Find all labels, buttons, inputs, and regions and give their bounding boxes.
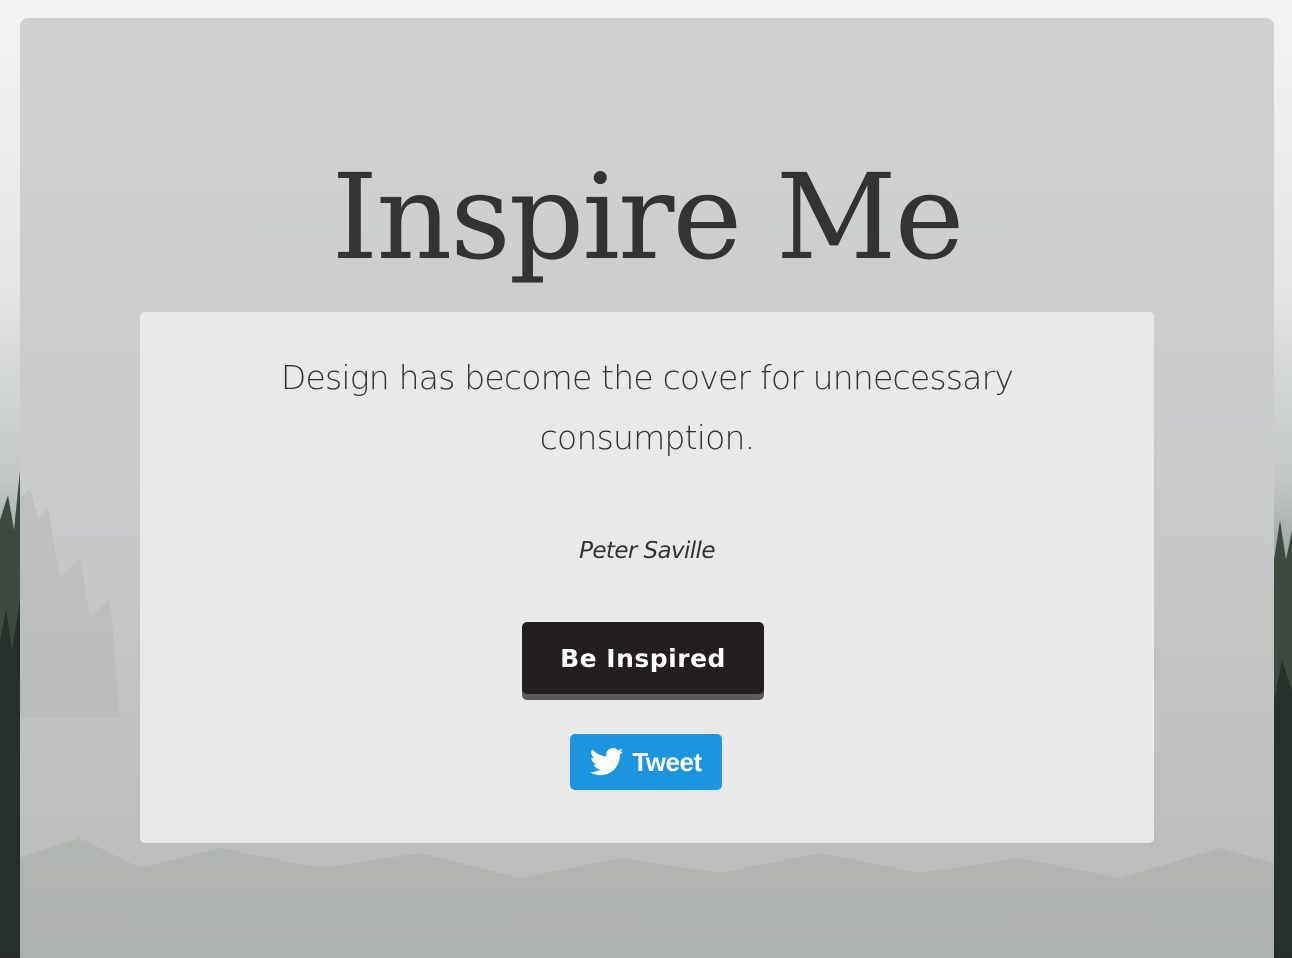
tweet-button[interactable]: Tweet — [570, 734, 722, 790]
tweet-label: Tweet — [632, 746, 702, 777]
quote-card: Design has become the cover for unnecess… — [140, 312, 1154, 843]
quote-text: Design has become the cover for unnecess… — [280, 358, 1014, 457]
twitter-bird-icon — [590, 747, 624, 776]
quote-author: Peter Saville — [579, 538, 715, 564]
be-inspired-label: Be Inspired — [560, 643, 726, 673]
main-panel: Inspire Me Design has become the cover f… — [20, 18, 1274, 958]
be-inspired-button[interactable]: Be Inspired — [522, 622, 764, 694]
page-title: Inspire Me — [331, 148, 965, 286]
